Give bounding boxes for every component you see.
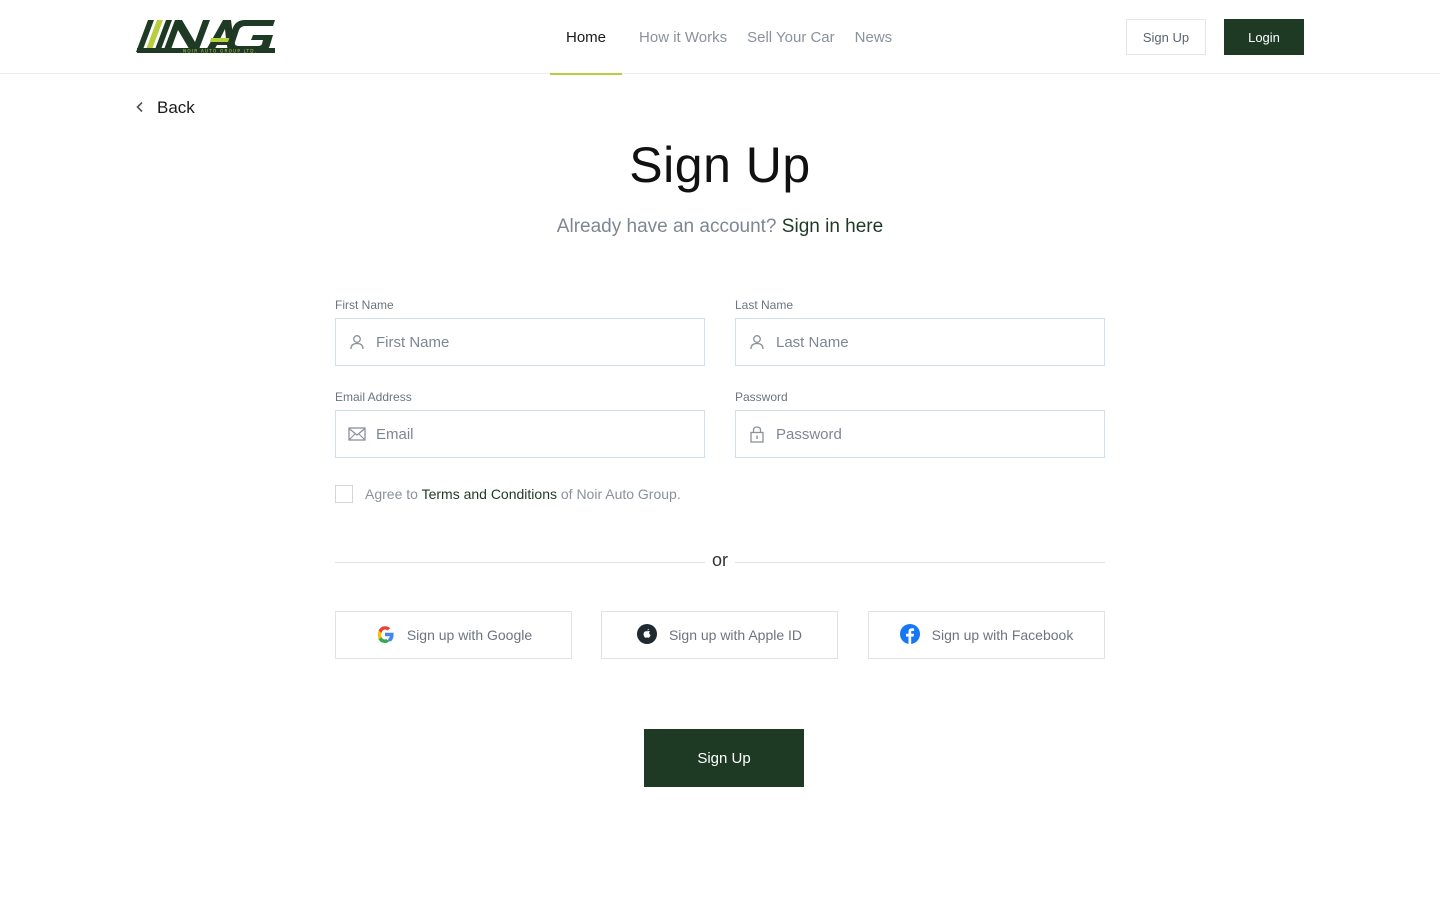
envelope-icon [348, 425, 366, 443]
email-field[interactable] [335, 410, 705, 458]
lock-icon [748, 425, 766, 443]
email-label: Email Address [335, 390, 412, 404]
facebook-signup-label: Sign up with Facebook [931, 627, 1074, 643]
apple-signup-button[interactable]: Sign up with Apple ID [601, 611, 838, 659]
terms-prefix: Agree to [365, 486, 418, 502]
last-name-input[interactable] [776, 333, 1076, 351]
signin-link[interactable]: Sign in here [782, 216, 883, 237]
last-name-label: Last Name [735, 298, 794, 312]
header-signup-button[interactable]: Sign Up [1126, 19, 1206, 55]
page-title: Sign Up [629, 137, 811, 193]
nag-logo[interactable]: NOIR AUTO GROUP LTD. [135, 18, 277, 54]
terms-agreement: Agree to Terms and Conditions of Noir Au… [335, 485, 681, 503]
google-signup-button[interactable]: Sign up with Google [335, 611, 572, 659]
signin-prompt-text: Already have an account? [556, 216, 777, 237]
facebook-icon [899, 623, 920, 647]
chevron-left-icon [135, 98, 145, 118]
divider-right [735, 562, 1105, 563]
facebook-signup-button[interactable]: Sign up with Facebook [868, 611, 1105, 659]
nav-news[interactable]: News [845, 0, 903, 74]
terms-text: Agree to Terms and Conditions of Noir Au… [365, 486, 681, 502]
main-nav: Home How it Works Sell Your Car News [550, 0, 903, 75]
nav-home[interactable]: Home [550, 0, 623, 75]
password-field[interactable] [735, 410, 1105, 458]
first-name-field[interactable] [335, 318, 705, 366]
logo-tagline: NOIR AUTO GROUP LTD. [183, 48, 257, 53]
password-input[interactable] [776, 425, 1076, 443]
user-icon [348, 333, 366, 351]
apple-icon [636, 623, 657, 647]
signup-submit-button[interactable]: Sign Up [644, 729, 804, 787]
header-login-button[interactable]: Login [1224, 19, 1304, 55]
last-name-field[interactable] [735, 318, 1105, 366]
google-signup-label: Sign up with Google [406, 627, 533, 643]
terms-link[interactable]: Terms and Conditions [422, 486, 557, 502]
nav-sell-your-car[interactable]: Sell Your Car [737, 0, 845, 74]
back-label: Back [157, 98, 195, 117]
terms-checkbox[interactable] [335, 485, 353, 503]
apple-signup-label: Sign up with Apple ID [668, 627, 803, 643]
signin-prompt: Already have an account? Sign in here [0, 216, 1440, 238]
user-icon [748, 333, 766, 351]
top-header: NOIR AUTO GROUP LTD. Home How it Works S… [0, 0, 1440, 75]
back-link[interactable]: Back [135, 98, 195, 118]
nav-how-it-works[interactable]: How it Works [622, 0, 737, 74]
first-name-input[interactable] [376, 333, 676, 351]
first-name-label: First Name [335, 298, 394, 312]
divider-or: or [711, 550, 728, 570]
google-icon [375, 624, 395, 647]
divider-left [335, 562, 705, 563]
email-input[interactable] [376, 425, 676, 443]
password-label: Password [735, 390, 788, 404]
terms-suffix: of Noir Auto Group. [560, 486, 681, 502]
